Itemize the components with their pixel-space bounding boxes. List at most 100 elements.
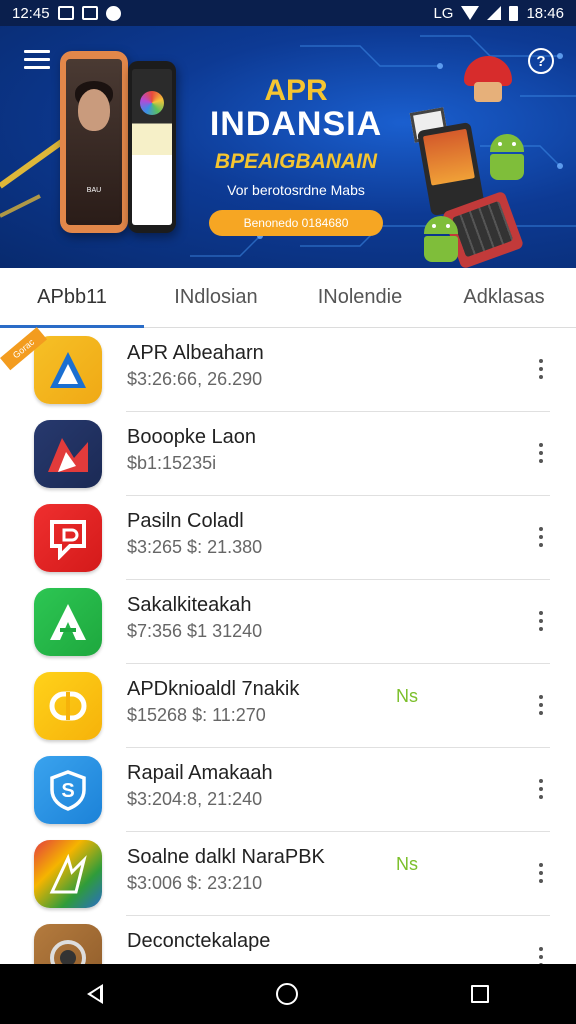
navigation-bar — [0, 964, 576, 1024]
chat-p-icon — [34, 504, 102, 572]
android-head — [490, 134, 524, 152]
wifi-icon — [461, 6, 480, 20]
list-item[interactable]: Booopke Laon $b1:15235i — [0, 412, 576, 496]
list-item[interactable]: Gorac APR Albeaharn $3:26:66, 26.290 — [0, 327, 576, 412]
more-vert-icon — [539, 611, 543, 615]
dot — [539, 711, 543, 715]
banner-text: APR INDANSIA BPEAIGBANAIN Vor berotosrdn… — [196, 76, 396, 236]
list-item[interactable]: APDknioaldl 7nakik $15268 $: 11:270 Ns — [0, 664, 576, 748]
more-options-button[interactable] — [528, 354, 554, 384]
list-item[interactable]: Sakalkiteakah $7:356 $1 31240 — [0, 580, 576, 664]
dot — [539, 543, 543, 547]
android-eye — [512, 142, 516, 146]
list-item[interactable]: Pasiln Coladl $3:265 $: 21.380 — [0, 496, 576, 580]
app-name: Sakalkiteakah — [127, 594, 252, 616]
image-icon — [57, 6, 74, 20]
tab-4[interactable]: Adklasas — [432, 268, 576, 327]
app-meta: $3:006 $: 23:210 — [127, 873, 263, 893]
app-name: Rapail Amakaah — [127, 762, 273, 784]
a-leaf-icon — [34, 588, 102, 656]
dot — [539, 787, 543, 791]
more-options-button[interactable] — [528, 858, 554, 888]
status-time-left: 12:45 — [12, 4, 50, 22]
tab-1[interactable]: APbb11 — [0, 268, 144, 328]
tab-2[interactable]: INdlosian — [144, 268, 288, 327]
record-icon — [105, 5, 121, 21]
more-vert-icon — [539, 863, 543, 867]
status-badge: Ns — [396, 686, 418, 706]
dot — [539, 955, 543, 959]
dot — [539, 367, 543, 371]
signal-icon — [487, 6, 502, 20]
ring-icon — [34, 672, 102, 740]
helmet-robot-icon — [464, 56, 512, 104]
more-options-button[interactable] — [528, 774, 554, 804]
android-robot-icon — [484, 134, 530, 184]
more-options-button[interactable] — [528, 438, 554, 468]
hamburger-line — [24, 58, 50, 61]
more-options-button[interactable] — [528, 690, 554, 720]
app-list: Gorac APR Albeaharn $3:26:66, 26.290 Boo… — [0, 327, 576, 1000]
banner-title-1: APR — [264, 74, 328, 107]
colorful-arrow-icon — [34, 840, 102, 908]
question-icon: ? — [536, 52, 546, 70]
dot — [539, 451, 543, 455]
help-button[interactable]: ? — [528, 48, 554, 74]
tab-3[interactable]: INolendie — [288, 268, 432, 327]
svg-text:S: S — [61, 780, 74, 802]
more-vert-icon — [539, 527, 543, 531]
helmet-face — [474, 82, 502, 102]
app-meta: $3:204:8, 21:240 — [127, 789, 263, 809]
recents-button[interactable] — [471, 985, 490, 1003]
dot — [539, 619, 543, 623]
dot — [539, 871, 543, 875]
phone-illustration-2 — [128, 61, 176, 233]
back-button[interactable] — [86, 984, 103, 1004]
android-body — [424, 236, 458, 262]
app-name: APR Albeaharn — [127, 342, 264, 364]
color-wheel-icon — [140, 91, 164, 115]
android-robot-icon-2 — [418, 216, 464, 266]
app-name: Deconctekalape — [127, 930, 271, 952]
phone-screen-2 — [132, 69, 172, 225]
app-name: Soalne dalkl NaraPBK — [127, 846, 325, 868]
hamburger-icon — [24, 50, 50, 53]
portrait-face — [78, 89, 110, 131]
menu-button[interactable] — [24, 50, 50, 72]
list-item[interactable]: S Rapail Amakaah $3:204:8, 21:240 — [0, 748, 576, 832]
more-vert-icon — [539, 947, 543, 951]
app-name: APDknioaldl 7nakik — [127, 678, 300, 700]
dot — [539, 627, 543, 631]
android-head — [424, 216, 458, 234]
carrier-label: LG — [433, 4, 454, 22]
dot — [539, 375, 543, 379]
feature-phone-screen — [422, 128, 475, 186]
list-item[interactable]: Soalne dalkl NaraPBK $3:006 $: 23:210 Ns — [0, 832, 576, 916]
banner-title-2: INDANSIA — [209, 105, 383, 143]
home-button[interactable] — [275, 983, 298, 1005]
more-options-button[interactable] — [528, 606, 554, 636]
a-triangle-icon — [34, 336, 102, 404]
phone-screen-text: BAU — [86, 187, 102, 194]
mail-icon — [81, 6, 98, 20]
app-meta: $b1:15235i — [127, 453, 217, 473]
android-eye — [498, 142, 502, 146]
android-eye — [446, 224, 450, 228]
banner-cta-button[interactable]: Benonedo 0184680 — [209, 210, 383, 236]
promo-banner[interactable]: ? BAU APR INDANSIA BPEAIGBANAIN Vor bero… — [0, 26, 576, 268]
dot — [539, 459, 543, 463]
status-time-right: 18:46 — [526, 4, 564, 22]
dot — [539, 879, 543, 883]
app-meta: $7:356 $1 31240 — [127, 621, 263, 641]
shield-s-icon: S — [34, 756, 102, 824]
more-vert-icon — [539, 779, 543, 783]
more-options-button[interactable] — [528, 522, 554, 552]
app-meta: $3:265 $: 21.380 — [127, 537, 263, 557]
app-meta: $15268 $: 11:270 — [127, 705, 266, 725]
status-badge: Ns — [396, 854, 418, 874]
status-right: LG 18:46 — [433, 5, 564, 22]
battery-icon — [509, 5, 519, 21]
app-name: Booopke Laon — [127, 426, 257, 448]
status-bar: 12:45 LG 18:46 — [0, 0, 576, 26]
category-tabs: APbb11 INdlosian INolendie Adklasas — [0, 268, 576, 328]
